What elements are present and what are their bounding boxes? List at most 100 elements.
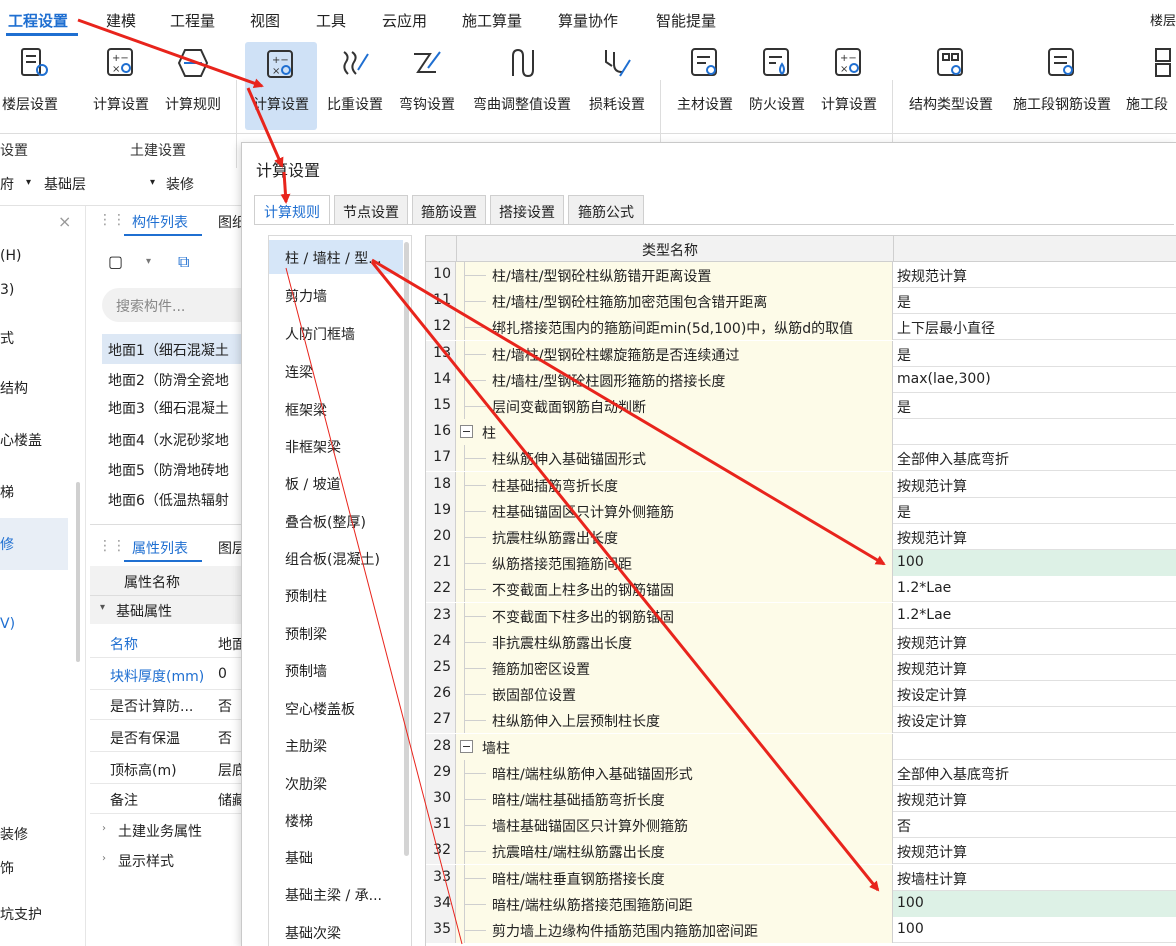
grid-row[interactable]: 24 非抗震柱纵筋露出长度 按规范计算 — [426, 628, 1176, 655]
row-value[interactable]: 上下层最小直径 — [893, 314, 1176, 340]
property-group[interactable]: › 显示样式 — [90, 846, 241, 876]
stage-rebar-button[interactable]: 施工段钢筋设置 — [1006, 36, 1118, 134]
category-scrollbar[interactable] — [404, 242, 409, 856]
tab-stirrup-formula[interactable]: 箍筋公式 — [568, 195, 644, 225]
grid-group-row[interactable]: 16 柱 — [426, 419, 1176, 446]
category-item[interactable]: 人防门框墙 — [285, 324, 355, 344]
calc-settings-button-civil[interactable]: +− × 计算设置 — [88, 36, 154, 134]
property-row[interactable]: 顶标高(m) 层底 — [90, 754, 246, 784]
row-value[interactable]: 按规范计算 — [893, 524, 1176, 550]
grid-row[interactable]: 20 抗震柱纵筋露出长度 按规范计算 — [426, 524, 1176, 550]
menu-construction-quantity[interactable]: 施工算量 — [462, 10, 522, 31]
category-item[interactable]: 楼梯 — [285, 811, 313, 831]
row-value[interactable]: 按墙柱计算 — [893, 865, 1176, 891]
chevron-down-icon[interactable]: ▾ — [26, 177, 31, 188]
nav-item[interactable]: V) — [0, 616, 15, 632]
tab-node-settings[interactable]: 节点设置 — [334, 195, 408, 225]
type-dropdown[interactable]: 装修 — [166, 174, 194, 194]
category-item[interactable]: 预制梁 — [285, 624, 327, 644]
grid-row[interactable]: 21 纵筋搭接范围箍筋间距 100 — [426, 550, 1176, 577]
grid-row[interactable]: 25 箍筋加密区设置 按规范计算 — [426, 655, 1176, 681]
row-value[interactable]: 全部伸入基底弯折 — [893, 445, 1176, 471]
row-value[interactable]: 按设定计算 — [893, 707, 1176, 733]
stage-button-clipped[interactable]: 施工段 — [1124, 36, 1176, 134]
drag-handle-icon[interactable]: ⋮⋮ — [98, 212, 126, 228]
component-item[interactable]: 地面4（水泥砂浆地 — [108, 430, 229, 450]
nav-scrollbar[interactable] — [76, 482, 80, 662]
property-row[interactable]: 块料厚度(mm) 0 — [90, 660, 241, 690]
category-item[interactable]: 连梁 — [285, 362, 313, 382]
property-row[interactable]: 是否有保温 否 — [90, 722, 241, 752]
category-item[interactable]: 基础 — [285, 848, 313, 868]
row-value[interactable]: 按规范计算 — [893, 472, 1176, 498]
grid-row[interactable]: 14 柱/墙柱/型钢砼柱圆形箍筋的搭接长度 max(lae,300) — [426, 366, 1176, 393]
tab-lap-settings[interactable]: 搭接设置 — [490, 195, 564, 225]
grid-row[interactable]: 12 绑扎搭接范围内的箍筋间距min(5d,100)中，纵筋d的取值 上下层最小直径 — [426, 314, 1176, 341]
grid-row[interactable]: 34 暗柱/端柱纵筋搭接范围箍筋间距 100 — [426, 890, 1176, 917]
component-item[interactable]: 地面1（细石混凝土 — [108, 340, 229, 360]
grid-row[interactable]: 33 暗柱/端柱垂直钢筋搭接长度 按墙柱计算 — [426, 864, 1176, 891]
grid-row[interactable]: 26 嵌固部位设置 按设定计算 — [426, 681, 1176, 708]
property-section[interactable]: ▾ 基础属性 — [90, 596, 241, 624]
row-value[interactable]: 是 — [893, 341, 1176, 367]
row-value[interactable]: 全部伸入基底弯折 — [893, 760, 1176, 786]
component-search-input[interactable]: 搜索构件... — [102, 288, 241, 322]
component-item[interactable]: 地面2（防滑全瓷地 — [108, 370, 229, 390]
row-value[interactable]: 是 — [893, 393, 1176, 419]
category-item[interactable]: 空心楼盖板 — [285, 699, 355, 719]
menu-modeling[interactable]: 建模 — [106, 10, 136, 31]
nav-item[interactable]: 装修 — [0, 824, 28, 844]
density-settings-button[interactable]: 比重设置 — [320, 36, 390, 134]
calc-settings-button-rebar[interactable]: +− × 计算设置 — [245, 42, 317, 130]
collapse-icon[interactable] — [460, 425, 473, 439]
menu-tools[interactable]: 工具 — [316, 10, 346, 31]
category-item[interactable]: 叠合板(整厚) — [285, 512, 366, 532]
loss-settings-button[interactable]: 损耗设置 — [582, 36, 652, 134]
nav-item[interactable]: 式 — [0, 328, 14, 348]
row-value[interactable]: 按规范计算 — [893, 629, 1176, 655]
menu-smart-extract[interactable]: 智能提量 — [656, 10, 716, 31]
grid-row[interactable]: 35 剪力墙上边缘构件插筋范围内箍筋加密间距 100 — [426, 917, 1176, 943]
new-component-icon[interactable]: ▢ — [108, 252, 123, 271]
nav-item[interactable]: 梯 — [0, 482, 14, 502]
row-value[interactable]: 100 — [893, 917, 1176, 943]
grid-row[interactable]: 10 柱/墙柱/型钢砼柱纵筋错开距离设置 按规范计算 — [426, 262, 1176, 288]
category-item[interactable]: 基础次梁 — [285, 923, 341, 943]
property-value[interactable]: 否 — [218, 728, 232, 748]
row-value[interactable]: 否 — [893, 812, 1176, 838]
tab-component-list[interactable]: 构件列表 — [132, 212, 188, 232]
nav-item[interactable]: 3) — [0, 282, 14, 298]
row-value[interactable]: 1.2*Lae — [893, 576, 1176, 602]
row-value[interactable]: 1.2*Lae — [893, 603, 1176, 629]
grid-row[interactable]: 23 不变截面下柱多出的钢筋锚固 1.2*Lae — [426, 602, 1176, 629]
menu-project-settings[interactable]: 工程设置 — [8, 10, 68, 31]
property-group[interactable]: › 土建业务属性 — [90, 816, 241, 846]
component-item[interactable]: 地面3（细石混凝土 — [108, 398, 229, 418]
fireproof-settings-button[interactable]: 防火设置 — [742, 36, 812, 134]
grid-row[interactable]: 19 柱基础锚固区只计算外侧箍筋 是 — [426, 497, 1176, 524]
category-item[interactable]: 板 / 坡道 — [285, 474, 341, 494]
grid-row[interactable]: 18 柱基础插筋弯折长度 按规范计算 — [426, 471, 1176, 498]
row-value[interactable]: 是 — [893, 498, 1176, 524]
row-value[interactable]: 按规范计算 — [893, 655, 1176, 681]
category-item[interactable]: 预制墙 — [285, 661, 327, 681]
floor-dropdown[interactable]: 基础层 — [44, 174, 86, 194]
category-item[interactable]: 框架梁 — [285, 400, 327, 420]
category-item[interactable]: 剪力墙 — [285, 286, 327, 306]
property-row[interactable]: 名称 地面 — [90, 628, 246, 658]
nav-item[interactable]: (H) — [0, 248, 21, 264]
property-value[interactable]: 0 — [218, 666, 227, 682]
tab-stirrup-settings[interactable]: 箍筋设置 — [412, 195, 486, 225]
nav-item[interactable]: 心楼盖 — [0, 430, 42, 450]
nav-item-selected[interactable]: 修 — [0, 534, 14, 554]
row-value[interactable]: 是 — [893, 288, 1176, 314]
category-item[interactable]: 非框架梁 — [285, 437, 341, 457]
category-item[interactable]: 基础主梁 / 承... — [285, 885, 382, 905]
grid-row[interactable]: 11 柱/墙柱/型钢砼柱箍筋加密范围包含错开距离 是 — [426, 288, 1176, 315]
calc-settings-button-misc[interactable]: +− × 计算设置 — [814, 36, 884, 134]
property-row[interactable]: 备注 储藏 — [90, 784, 246, 814]
grid-row[interactable]: 15 层间变截面钢筋自动判断 是 — [426, 393, 1176, 419]
copy-icon[interactable]: ⧉ — [178, 252, 189, 272]
property-value[interactable]: 否 — [218, 696, 232, 716]
grid-row[interactable]: 27 柱纵筋伸入上层预制柱长度 按设定计算 — [426, 707, 1176, 734]
